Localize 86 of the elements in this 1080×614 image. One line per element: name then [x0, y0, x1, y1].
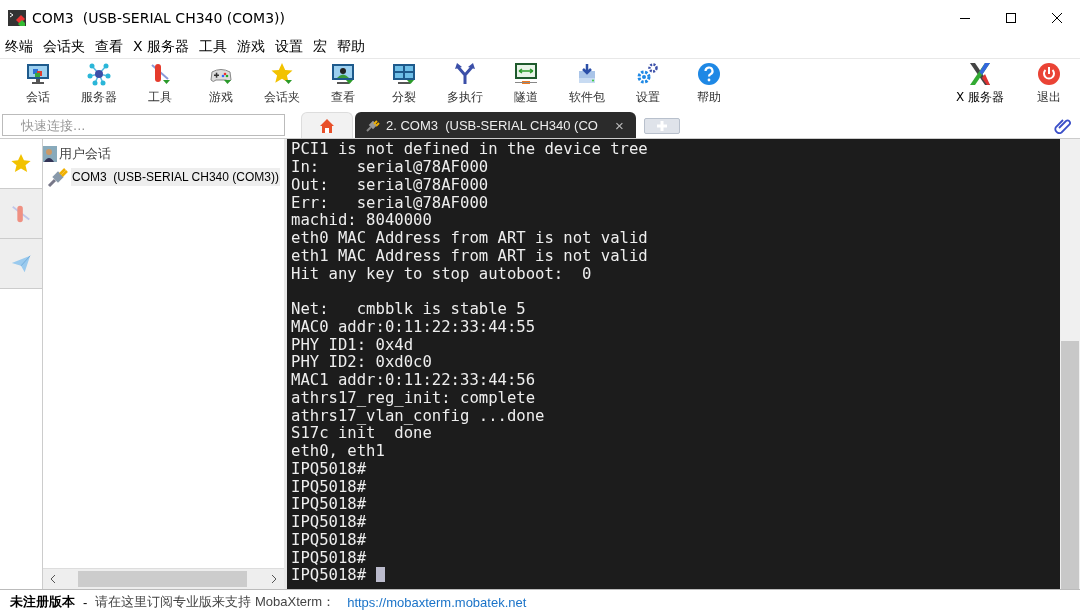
terminal-line: S17c init done — [291, 425, 432, 444]
monitor-icon — [25, 62, 50, 87]
toolbar-button[interactable]: 帮助 — [678, 58, 739, 110]
sidebar-tab[interactable] — [0, 189, 42, 240]
terminal-line: eth1 MAC Address from ART is not valid — [291, 247, 649, 266]
split-screen-icon — [391, 62, 416, 87]
fork-arrow-icon — [452, 62, 477, 87]
terminal-line: MAC1 addr:0:11:22:33:44:56 — [291, 372, 537, 390]
menu-item[interactable]: 工具 — [198, 37, 237, 56]
toolbar-button[interactable]: 退出 — [1018, 58, 1080, 110]
help-icon — [696, 62, 721, 87]
terminal-line: Out: serial@78AF000 — [291, 176, 490, 195]
terminal-line: PCI1 is not defined in the device tree — [291, 141, 649, 160]
terminal-output[interactable] — [287, 139, 1060, 590]
star-icon — [10, 152, 32, 175]
terminal-line: athrs17_reg_init: complete — [291, 389, 537, 408]
toolbar-button[interactable]: 工具 — [129, 58, 190, 110]
status-message: 请在这里订阅专业版来支持 MobaXterm： — [95, 593, 336, 612]
terminal-line: Hit any key to stop autoboot: 0 — [291, 265, 593, 284]
new-tab-button[interactable] — [643, 118, 680, 135]
menu-item[interactable]: X 服务器 — [132, 37, 199, 56]
separator-text: - — [83, 594, 88, 610]
menu-item[interactable]: 帮助 — [336, 37, 375, 56]
plus-icon — [655, 120, 668, 133]
terminal-line: athrs17_vlan_config ...done — [291, 407, 546, 426]
app-logo-icon — [8, 10, 26, 26]
window-title: COM3 (USB-SERIAL CH340 (COM3)) — [32, 10, 285, 26]
power-icon — [1037, 62, 1061, 87]
website-link[interactable]: https://mobaxterm.mobatek.net — [347, 594, 527, 610]
network-icon — [86, 62, 111, 87]
paperclip-icon[interactable] — [1054, 116, 1072, 135]
terminal-line: IPQ5018# — [291, 531, 368, 550]
terminal-line: IPQ5018# — [291, 514, 368, 532]
terminal-line: PHY ID2: 0xd0c0 — [291, 354, 433, 373]
minimize-icon — [960, 17, 970, 19]
menu-item[interactable]: 会话夹 — [42, 37, 94, 56]
sidebar-tab[interactable] — [0, 239, 42, 290]
terminal-line: IPQ5018# — [291, 549, 368, 568]
terminal-line: IPQ5018# — [291, 460, 368, 479]
menu-item[interactable]: 宏 — [312, 37, 337, 56]
scrollbar-thumb[interactable] — [78, 571, 247, 588]
terminal-line: machid: 8040000 — [291, 212, 433, 231]
terminal-line: MAC0 addr:0:11:22:33:44:55 — [291, 318, 537, 337]
toolbar-button[interactable]: 会话夹 — [251, 58, 312, 110]
terminal-line: Net: cmbblk is stable 5 — [291, 301, 527, 319]
menu-item[interactable]: 终端 — [4, 37, 42, 56]
session-tab[interactable]: 2. COM3 (USB-SERIAL CH340 (CO × — [355, 112, 636, 139]
menu-item[interactable]: 设置 — [274, 37, 313, 56]
terminal-line: PHY ID1: 0x4d — [291, 336, 415, 355]
terminal-line: In: serial@78AF000 — [291, 159, 490, 177]
x-logo-icon — [968, 62, 992, 87]
terminal-line: IPQ5018# — [291, 567, 1060, 586]
close-tab-button[interactable]: × — [614, 116, 624, 134]
toolbar-button[interactable]: 分裂 — [373, 58, 434, 110]
tunnel-icon — [513, 62, 538, 87]
quick-connect-field[interactable]: 快速连接... — [2, 114, 285, 137]
chevron-left-icon — [50, 575, 56, 584]
tree-folder-label[interactable]: 用户会话 — [59, 145, 111, 164]
toolbar-button[interactable]: 游戏 — [190, 58, 251, 110]
terminal-line: IPQ5018# — [291, 496, 368, 515]
home-tab[interactable] — [301, 112, 353, 139]
terminal-line: IPQ5018# — [291, 478, 368, 497]
monitor-icon — [330, 62, 355, 87]
toolbar-button[interactable]: 设置 — [617, 58, 678, 110]
terminal-line: eth0 MAC Address from ART is not valid — [291, 230, 649, 248]
user-folder-icon — [43, 146, 57, 163]
chevron-right-icon — [271, 575, 277, 584]
plug-icon — [47, 166, 69, 189]
toolbar-button[interactable]: 隧道 — [495, 58, 556, 110]
menu-item[interactable]: 游戏 — [236, 37, 275, 56]
edition-label: 未注册版本 — [10, 593, 75, 612]
scrollbar-thumb[interactable] — [1061, 341, 1079, 590]
toolbar-button[interactable]: 多执行 — [434, 58, 495, 110]
toolbar-button[interactable]: 软件包 — [556, 58, 617, 110]
menu-item[interactable]: 查看 — [94, 37, 132, 56]
session-item[interactable]: COM3 (USB-SERIAL CH340 (COM3)) — [71, 168, 280, 187]
toolbar-button[interactable]: 会话 — [7, 58, 68, 110]
toolbar-button[interactable]: 服务器 — [68, 58, 129, 110]
plug-icon — [365, 117, 381, 134]
terminal-line: eth0, eth1 — [291, 443, 386, 461]
close-icon — [1052, 13, 1062, 23]
toolbar-button[interactable]: X 服务器 — [942, 58, 1018, 110]
maximize-icon — [1006, 13, 1016, 23]
house-icon — [319, 117, 335, 134]
terminal-line: Err: serial@78AF000 — [291, 194, 490, 213]
toolbar-button[interactable]: 查看 — [312, 58, 373, 110]
